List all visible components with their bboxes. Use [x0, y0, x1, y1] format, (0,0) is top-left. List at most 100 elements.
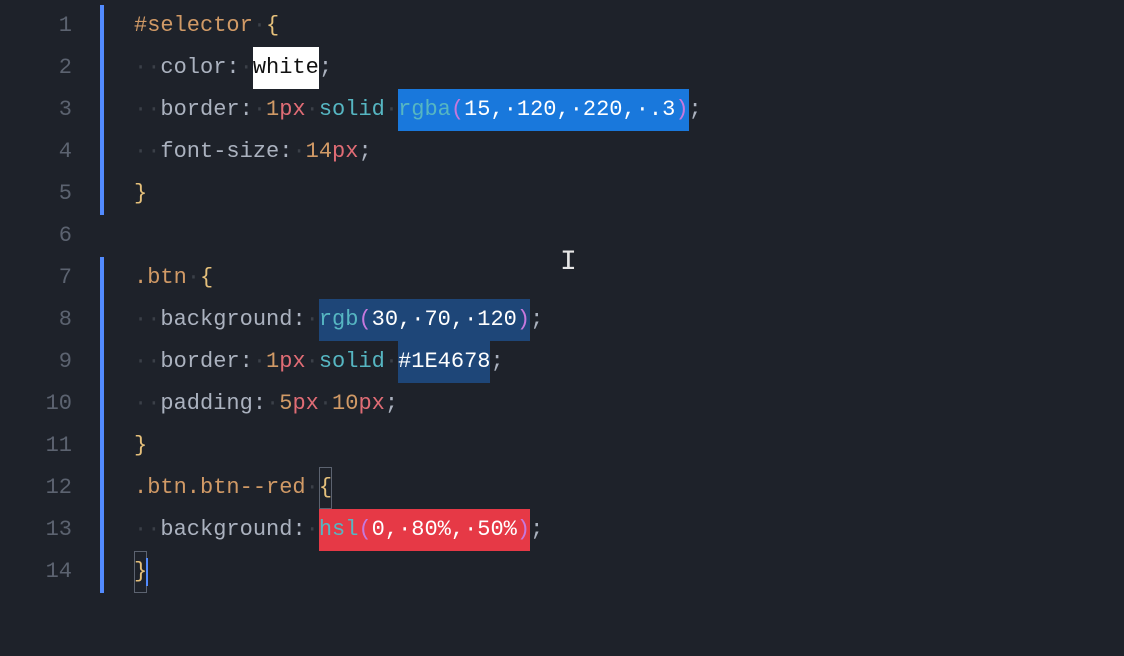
code-token: (	[451, 97, 464, 122]
code-token: ·	[266, 383, 279, 425]
code-token: ,	[398, 307, 411, 332]
code-line[interactable]: .btn·{	[100, 257, 1124, 299]
code-token: ,	[451, 307, 464, 332]
code-token: ·	[385, 341, 398, 383]
code-line[interactable]: ··border:·1px·solid·#1E4678;	[100, 341, 1124, 383]
code-token: }	[134, 173, 147, 215]
code-token: 220	[583, 97, 623, 122]
code-token: {	[319, 467, 332, 509]
code-token: ·	[253, 341, 266, 383]
line-number: 9	[0, 341, 100, 383]
code-token: ·	[253, 5, 266, 47]
code-editor[interactable]: 1234567891011121314 #selector·{··color:·…	[0, 0, 1124, 656]
code-token: rgba	[398, 97, 451, 122]
code-token: ··	[134, 509, 160, 551]
code-token: rgb	[319, 307, 359, 332]
code-line[interactable]: ··padding:·5px·10px;	[100, 383, 1124, 425]
code-token: ·	[385, 89, 398, 131]
code-token: border	[160, 341, 239, 383]
code-token: ··	[134, 383, 160, 425]
code-token: ·	[504, 97, 517, 122]
code-line[interactable]: ··color:·white;	[100, 47, 1124, 89]
code-token: background	[160, 509, 292, 551]
code-token: ·	[187, 257, 200, 299]
code-token: px	[358, 383, 384, 425]
code-token: ;	[689, 89, 702, 131]
code-token: )	[675, 97, 688, 122]
code-token: solid	[319, 341, 385, 383]
code-token: px	[332, 131, 358, 173]
code-token: ,	[385, 517, 398, 542]
code-line[interactable]: }	[100, 425, 1124, 467]
code-token: 5	[279, 383, 292, 425]
code-token: (	[358, 307, 371, 332]
code-token: ··	[134, 341, 160, 383]
code-line[interactable]: ··font-size:·14px;	[100, 131, 1124, 173]
code-line[interactable]: ··background:·rgb(30,·70,·120);	[100, 299, 1124, 341]
code-line[interactable]	[100, 215, 1124, 257]
code-line[interactable]: }	[100, 173, 1124, 215]
code-token: font-size	[160, 131, 279, 173]
code-token: ·	[253, 89, 266, 131]
code-token: )	[517, 517, 530, 542]
code-token: ··	[134, 299, 160, 341]
code-token: 50%	[477, 517, 517, 542]
code-area[interactable]: #selector·{··color:·white;··border:·1px·…	[100, 0, 1124, 656]
code-token: (	[358, 517, 371, 542]
line-number-gutter: 1234567891011121314	[0, 0, 100, 656]
code-token: ·	[464, 307, 477, 332]
line-number: 10	[0, 383, 100, 425]
code-token: ·	[306, 467, 319, 509]
code-token: ·	[319, 383, 332, 425]
code-token: ,	[623, 97, 636, 122]
code-token: ··	[134, 131, 160, 173]
code-token: ·	[570, 97, 583, 122]
code-token: solid	[319, 89, 385, 131]
code-token: ;	[530, 509, 543, 551]
code-token: 14	[306, 131, 332, 173]
code-token: ·	[306, 299, 319, 341]
line-number: 7	[0, 257, 100, 299]
code-token: background	[160, 299, 292, 341]
code-token: ,	[490, 97, 503, 122]
code-token: .3	[649, 97, 675, 122]
line-number: 6	[0, 215, 100, 257]
code-token: ·	[464, 517, 477, 542]
code-token: 10	[332, 383, 358, 425]
code-token: :	[240, 341, 253, 383]
line-number: 14	[0, 551, 100, 593]
line-number: 3	[0, 89, 100, 131]
code-token: 120	[517, 97, 557, 122]
code-token: white	[253, 47, 319, 89]
code-line[interactable]: ··background:·hsl(0,·80%,·50%);	[100, 509, 1124, 551]
color-highlight: rgba(15,·120,·220,·.3)	[398, 89, 688, 131]
code-token: hsl	[319, 517, 359, 542]
code-token: 30	[372, 307, 398, 332]
code-token: }	[134, 425, 147, 467]
code-line[interactable]: #selector·{	[100, 5, 1124, 47]
code-token: border	[160, 89, 239, 131]
code-token: 15	[464, 97, 490, 122]
line-number: 13	[0, 509, 100, 551]
code-token: ;	[490, 341, 503, 383]
code-token: :	[292, 509, 305, 551]
code-token: :	[240, 89, 253, 131]
line-number: 1	[0, 5, 100, 47]
code-token: ·	[240, 47, 253, 89]
code-token: :	[253, 383, 266, 425]
text-caret	[146, 558, 148, 586]
code-token: :	[279, 131, 292, 173]
code-token: ··	[134, 47, 160, 89]
code-token: #1E4678	[398, 341, 490, 383]
code-token: .btn	[134, 257, 187, 299]
code-line[interactable]: ··border:·1px·solid·rgba(15,·120,·220,·.…	[100, 89, 1124, 131]
code-token: ·	[411, 307, 424, 332]
code-token: ·	[306, 509, 319, 551]
code-token: #selector	[134, 5, 253, 47]
line-number: 2	[0, 47, 100, 89]
code-token: ·	[292, 131, 305, 173]
line-number: 5	[0, 173, 100, 215]
code-token: {	[266, 5, 279, 47]
code-line[interactable]: }	[100, 551, 1124, 593]
code-line[interactable]: .btn.btn--red·{	[100, 467, 1124, 509]
